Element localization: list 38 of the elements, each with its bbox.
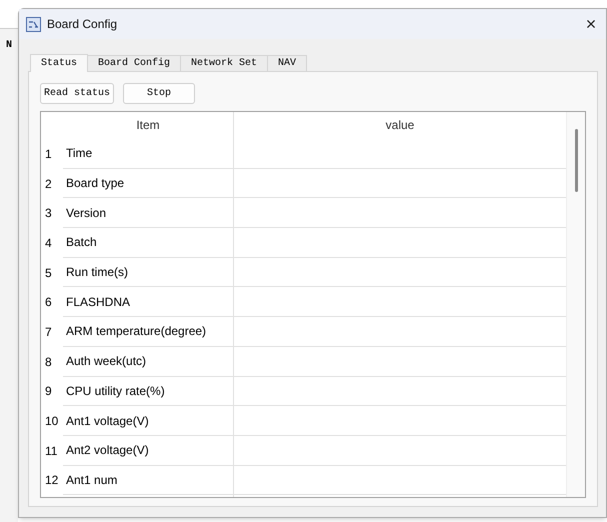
row-number: 4	[44, 234, 53, 252]
table-cell: Ant1 voltage(V)	[63, 406, 234, 436]
tab[interactable]: Board Config	[87, 55, 182, 71]
table-cell: ARM temperature(degree)	[63, 317, 234, 347]
row-number: 6	[44, 294, 53, 312]
background-text: N	[5, 39, 14, 51]
row-number: 2	[44, 176, 53, 193]
row-number: 1	[44, 146, 53, 163]
row-number: 8	[44, 354, 53, 371]
column-header[interactable]: value	[234, 112, 566, 139]
table-cell: Ant1 num	[63, 466, 234, 496]
column-header[interactable]: Item	[63, 112, 234, 139]
scrollbar-thumb[interactable]	[574, 129, 578, 192]
row-number: 10	[44, 413, 60, 430]
table-cell: Board type	[63, 168, 234, 198]
table-cell: Ant2 voltage(V)	[63, 436, 234, 466]
tab[interactable]: NAV	[267, 55, 308, 71]
action-button[interactable]: Read status	[40, 83, 114, 104]
window-title: Board Config	[47, 16, 118, 33]
action-button[interactable]: Stop	[123, 83, 196, 104]
row-number: 5	[44, 264, 53, 282]
row-number: 9	[44, 383, 53, 400]
row-number: 3	[44, 205, 53, 222]
app-icon	[26, 16, 41, 32]
row-number: 12	[44, 472, 60, 490]
tab[interactable]: Status	[30, 54, 88, 72]
table-cell: CPU utility rate(%)	[63, 376, 234, 406]
scrollbar[interactable]	[566, 112, 585, 497]
table-cell: Batch	[63, 228, 234, 258]
table-cell: Version	[63, 198, 234, 228]
table-cell: FLASHDNA	[63, 287, 234, 318]
tab[interactable]: Network Set	[180, 55, 268, 71]
table-cell: Run time(s)	[63, 258, 234, 288]
table-cell: Auth week(utc)	[63, 346, 234, 376]
close-button[interactable]: ×	[580, 13, 602, 35]
row-number: 11	[44, 442, 58, 460]
row-number: 7	[44, 324, 53, 341]
table-cell: Time	[63, 139, 234, 169]
